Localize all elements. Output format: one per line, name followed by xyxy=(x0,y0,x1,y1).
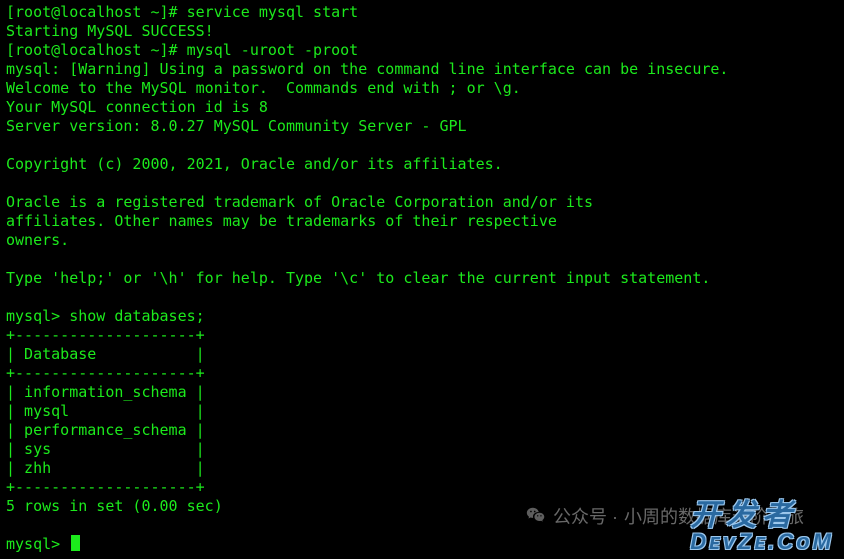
terminal-line: | information_schema | xyxy=(6,383,838,402)
terminal-line: Starting MySQL SUCCESS! xyxy=(6,22,838,41)
terminal-line: Server version: 8.0.27 MySQL Community S… xyxy=(6,117,838,136)
mysql-prompt: mysql> xyxy=(6,535,69,553)
terminal-line xyxy=(6,174,838,193)
terminal-line: Type 'help;' or '\h' for help. Type '\c'… xyxy=(6,269,838,288)
terminal-line xyxy=(6,250,838,269)
terminal-output[interactable]: [root@localhost ~]# service mysql startS… xyxy=(0,0,844,557)
terminal-line: Oracle is a registered trademark of Orac… xyxy=(6,193,838,212)
terminal-line: mysql: [Warning] Using a password on the… xyxy=(6,60,838,79)
terminal-line xyxy=(6,516,838,535)
terminal-line: | mysql | xyxy=(6,402,838,421)
terminal-line: Welcome to the MySQL monitor. Commands e… xyxy=(6,79,838,98)
terminal-line: Your MySQL connection id is 8 xyxy=(6,98,838,117)
terminal-line: | performance_schema | xyxy=(6,421,838,440)
terminal-line: | Database | xyxy=(6,345,838,364)
terminal-line: | sys | xyxy=(6,440,838,459)
terminal-line: +--------------------+ xyxy=(6,478,838,497)
terminal-line: [root@localhost ~]# service mysql start xyxy=(6,3,838,22)
terminal-line: +--------------------+ xyxy=(6,364,838,383)
terminal-prompt-line[interactable]: mysql> xyxy=(6,535,838,554)
terminal-line: +--------------------+ xyxy=(6,326,838,345)
terminal-line xyxy=(6,136,838,155)
terminal-line: affiliates. Other names may be trademark… xyxy=(6,212,838,231)
terminal-line: owners. xyxy=(6,231,838,250)
terminal-line: mysql> show databases; xyxy=(6,307,838,326)
terminal-line: Copyright (c) 2000, 2021, Oracle and/or … xyxy=(6,155,838,174)
terminal-line xyxy=(6,288,838,307)
terminal-line: [root@localhost ~]# mysql -uroot -proot xyxy=(6,41,838,60)
terminal-line: 5 rows in set (0.00 sec) xyxy=(6,497,838,516)
cursor xyxy=(71,535,80,551)
terminal-line: | zhh | xyxy=(6,459,838,478)
